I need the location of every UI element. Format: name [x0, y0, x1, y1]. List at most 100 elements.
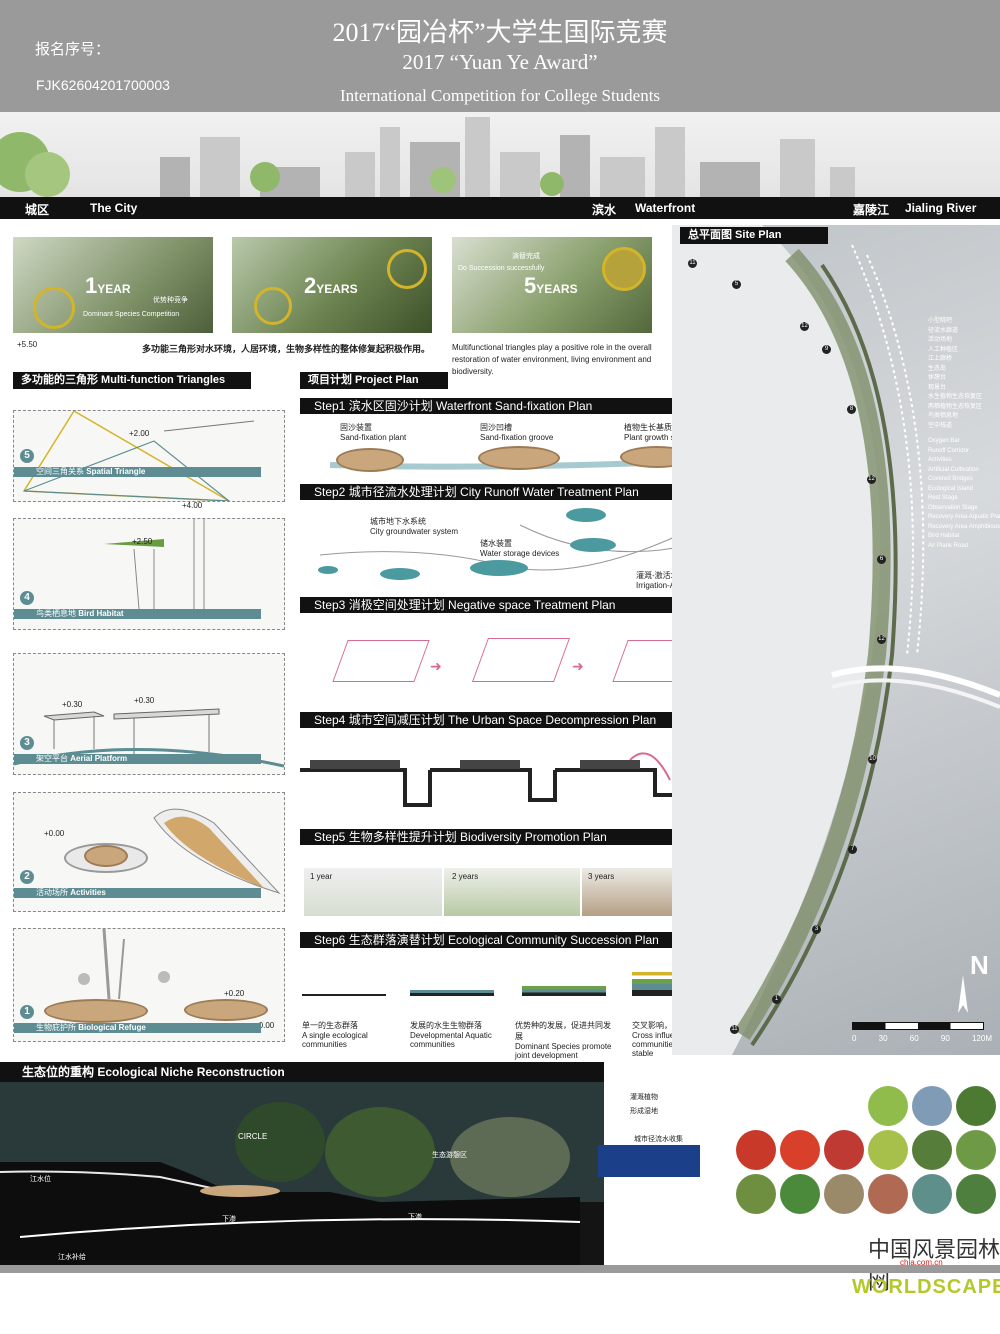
runoff-collection-box: [598, 1145, 700, 1177]
triangle-box-4: +4.00 +2.50 鸟类栖息地 Bird Habitat 4: [13, 501, 285, 630]
sand-groove-icon: [478, 446, 560, 470]
step6-label-2-cn: 发展的水生生物群落: [410, 1021, 482, 1030]
intro-en: Multifunctional triangles play a positiv…: [452, 343, 652, 376]
site-plan-heading: 总平面图 Site Plan: [680, 227, 828, 244]
legend-cn-2: 径流水廊道: [928, 327, 959, 334]
scale-bar: [852, 1022, 984, 1030]
project-heading: 项目计划 Project Plan: [300, 372, 448, 389]
step6-label-1-cn: 单一的生态群落: [302, 1021, 358, 1030]
legend-cn-8: 观景台: [928, 384, 947, 391]
species-grass-icon: [868, 1130, 908, 1170]
triangle-1-num: 1: [20, 1005, 34, 1019]
legend-cn-1: 小型眺吧: [928, 318, 953, 324]
legend-en-7: Rest Stage: [928, 495, 958, 501]
triangle-4-label-cn: 鸟类栖息地: [36, 609, 76, 618]
legend-cn-3: 活动场地: [928, 337, 953, 343]
timeline-year-2: 2YEARS: [232, 237, 432, 333]
step1-label-1: 固沙装置 Sand-fixation plant: [340, 422, 406, 442]
infiltration-label-1: 下渗: [222, 1216, 236, 1223]
step2-drawing: [319, 524, 701, 571]
footer-bar: [0, 1265, 1000, 1273]
legend-cn-7: 休憩台: [928, 375, 947, 381]
sand-plant-icon: [336, 448, 404, 472]
triangle-3-label-en: Aerial Platform: [70, 754, 128, 763]
species-grass-icon: [868, 1174, 908, 1214]
eco-heading: 生态位的重构 Ecological Niche Reconstruction: [0, 1062, 604, 1082]
triangle-3-num: 3: [20, 736, 34, 750]
species-grass-icon: [956, 1130, 996, 1170]
eco-section: CIRCLE 江水位 生态游憩区 下渗 下渗 江水补给: [0, 1082, 604, 1267]
scale-60: 60: [909, 1034, 919, 1043]
triangle-4-num: 4: [20, 591, 34, 605]
elev-2a: +0.00: [44, 829, 65, 838]
triangle-2-label-en: Activities: [70, 888, 106, 897]
step6-label-2-en: Developmental Aquatic communities: [410, 1031, 492, 1049]
intro-cn: 多功能三角形对水环境，人居环境，生物多样性的整体修复起积极作用。: [142, 344, 431, 354]
river-level-label: 江水位: [30, 1176, 51, 1183]
succession-line-1: [302, 994, 386, 996]
triangle-2-label-cn: 活动场所: [36, 888, 68, 897]
water-ellipse-2: [380, 568, 420, 580]
step6-label-3-cn: 优势种的发展，促进共同发展: [515, 1021, 611, 1041]
triangle-1-label-cn: 生物庇护所: [36, 1023, 76, 1032]
species-flower-icon: [780, 1130, 820, 1170]
legend-en-5: Covered Bridges: [928, 476, 973, 482]
zone-river-cn: 嘉陵江: [853, 203, 890, 217]
triangles-heading: 多功能的三角形 Multi-function Triangles: [13, 372, 251, 389]
species-grass-icon: [956, 1174, 996, 1214]
step-2-bar: Step2 城市径流水处理计划 City Runoff Water Treatm…: [300, 484, 720, 500]
step-1-bar: Step1 滨水区固沙计划 Waterfront Sand-fixation P…: [300, 398, 720, 414]
triangle-1-label-en: Biological Refuge: [78, 1023, 146, 1032]
legend-cn-11: 鸟类栖息地: [928, 413, 959, 419]
step6-label-3-en: Dominant Species promote joint developme…: [515, 1042, 612, 1060]
elev-5a: +5.50: [17, 340, 38, 349]
legend-en-4: Artificial Cultivation: [928, 466, 979, 473]
biodiversity-year-1: 1 year: [304, 868, 442, 916]
legend-en-12: Air Plank Road: [928, 542, 969, 549]
elev-1a: +0.20: [224, 989, 245, 998]
legend-cn-6: 生态岛: [928, 365, 947, 372]
step4-section-drawing: [300, 752, 680, 807]
triangle-2-num: 2: [20, 870, 34, 884]
succession-line-3: [522, 986, 606, 996]
biodiversity-year-2: 2 years: [444, 868, 580, 916]
river-supply-label: 江水补给: [58, 1254, 86, 1261]
timeline-1-num: 1: [85, 273, 98, 298]
step5-label-3: 3 years: [588, 872, 615, 881]
eco-section-drawing: [0, 1082, 604, 1267]
step5-label-2: 2 years: [452, 872, 479, 881]
zone-river-en: Jialing River: [905, 201, 977, 215]
zone-strip: 城区 The City 滨水 Waterfront 嘉陵江 Jialing Ri…: [0, 197, 1000, 219]
legend-en-9: Recovery Area Aquatic Plants: [928, 514, 1000, 520]
scale-30: 30: [878, 1034, 888, 1043]
timeline-5-cap-cn: 演替完成: [512, 253, 540, 260]
species-shrub-icon: [780, 1174, 820, 1214]
legend-en-3: Activities: [928, 457, 952, 463]
step1-label-2-cn: 固沙凹槽: [480, 423, 512, 432]
callout-1: 灌溉植物: [630, 1094, 658, 1101]
step1-label-1-cn: 固沙装置: [340, 423, 372, 432]
arrow-icon: ➜: [572, 658, 584, 674]
species-tree-icon: [912, 1086, 952, 1126]
water-ellipse-1: [318, 566, 338, 574]
species-reed-icon: [824, 1174, 864, 1214]
callout-3: 城市径流水收集: [634, 1136, 683, 1143]
negative-space-2: [471, 638, 571, 682]
timeline-5-num: 5: [524, 273, 537, 298]
species-flower-icon: [824, 1130, 864, 1170]
legend-cn-5: 江上廊桥: [928, 356, 953, 362]
circle-label: CIRCLE: [238, 1132, 268, 1141]
legend-en-6: Ecological Island: [928, 485, 974, 492]
step1-label-3-cn: 植物生长基质: [624, 423, 672, 432]
species-flower-icon: [736, 1130, 776, 1170]
title-en: 2017 “Yuan Ye Award”: [402, 50, 598, 74]
legend-cn-12: 空中栈道: [928, 422, 953, 429]
zone-city-en: The City: [90, 201, 138, 215]
recreation-label: 生态游憩区: [432, 1152, 467, 1159]
arrow-icon: ➜: [430, 658, 442, 674]
triangle-box-1: +0.20 +0.00 生物庇护所 Biological Refuge 1: [13, 928, 285, 1042]
triangle-box-2: +0.00 活动场所 Activities 2: [13, 792, 285, 912]
step6-label-2: 发展的水生生物群落 Developmental Aquatic communiti…: [410, 1020, 500, 1049]
step-4-bar: Step4 城市空间减压计划 The Urban Space Decompres…: [300, 712, 720, 728]
species-reed-icon: [736, 1174, 776, 1214]
